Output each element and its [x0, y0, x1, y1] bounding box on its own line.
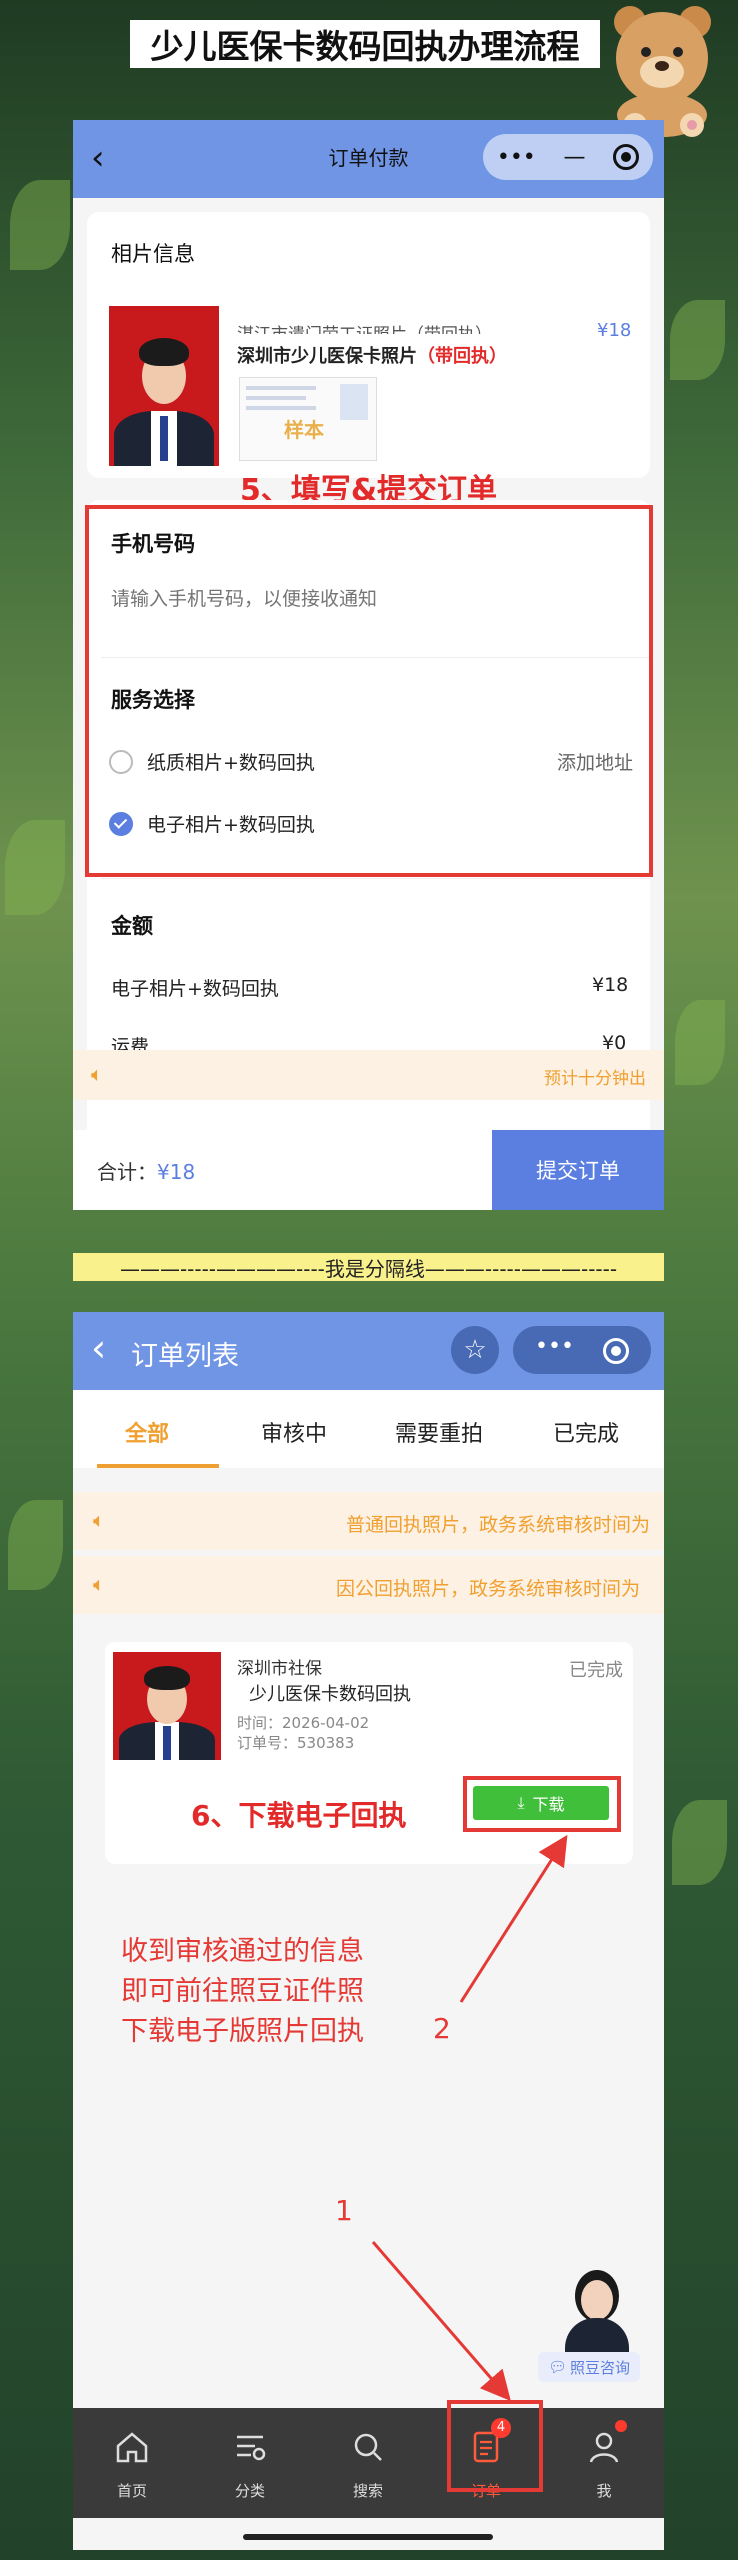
banner-title: 少儿医保卡数码回执办理流程 — [130, 20, 600, 68]
more-icon[interactable]: ••• — [497, 145, 536, 170]
total-label: 合计： — [97, 1160, 157, 1184]
speaker-icon: 🔈︎ — [91, 1062, 103, 1086]
receipt-thumbnail: 样本 — [239, 377, 377, 461]
form-highlight-box — [85, 505, 653, 877]
mini-program-capsule: ••• — — [483, 134, 653, 180]
chat-icon: 💬︎ — [547, 2358, 568, 2376]
order-title: 少儿医保卡数码回执 — [249, 1684, 411, 1705]
step-marker-1: 1 — [335, 2194, 353, 2227]
consult-button[interactable]: 💬︎ 照豆咨询 — [538, 2352, 640, 2382]
tab-completed[interactable]: 已完成 — [553, 1416, 619, 1448]
close-target-icon[interactable] — [613, 144, 640, 170]
amount-item-label: 电子相片+数码回执 — [111, 978, 279, 1000]
tab-profile[interactable]: 我 — [545, 2408, 663, 2518]
orders-tab-highlight-box — [447, 2400, 543, 2492]
instruction-line: 下载电子版照片回执 — [121, 2016, 364, 2047]
leaf-decoration — [672, 1800, 727, 1885]
tab-label: 搜索 — [352, 2482, 383, 2500]
product-price: ¥18 — [597, 320, 632, 341]
search-icon — [354, 2433, 382, 2461]
section-title: 相片信息 — [111, 242, 195, 266]
tab-category[interactable]: 分类 — [191, 2408, 309, 2518]
step6-label: 6、下载电子回执 — [191, 1799, 407, 1832]
product-name-text: 深圳市少儿医保卡照片 — [237, 346, 417, 367]
product-name: 深圳市少儿医保卡照片（带回执） — [237, 342, 507, 368]
bottom-tab-bar: 首页 分类 搜索 4 订单 我 — [73, 2400, 664, 2518]
tab-retake[interactable]: 需要重拍 — [395, 1416, 483, 1448]
instruction-line: 收到审核通过的信息 — [121, 1936, 364, 1967]
payment-screen: ‹ 订单付款 ••• — 相片信息 湛江市遗门劳工证照片（带回执） 深圳市少儿医… — [73, 120, 664, 1210]
instruction-text: 收到审核通过的信息 即可前往照豆证件照 下载电子版照片回执 — [121, 1932, 364, 2052]
separator-line: ———-----————----我是分隔线———-----———----- — [73, 1253, 664, 1281]
leaf-decoration — [670, 300, 725, 380]
mini-program-capsule: ••• — [513, 1326, 651, 1374]
order-status: 已完成 — [569, 1660, 623, 1681]
product-receipt-suffix: （带回执） — [417, 346, 507, 367]
notice-bar: 🔈︎ 普通回执照片，政务系统审核时间为 — [73, 1492, 664, 1550]
nav-bar: ‹ 订单列表 ☆ ••• — [73, 1312, 664, 1390]
order-list-screen: ‹ 订单列表 ☆ ••• 全部 审核中 需要重拍 已完成 🔈︎ 普通回执照片，政… — [73, 1312, 664, 2550]
arrow-to-order-tab — [371, 2241, 511, 2402]
leaf-decoration — [10, 180, 70, 270]
tab-label: 我 — [596, 2482, 612, 2500]
product-name-overlap: 湛江市遗门劳工证照片（带回执） — [237, 320, 492, 334]
status-tabs: 全部 审核中 需要重拍 已完成 — [73, 1390, 664, 1468]
category-icon — [237, 2435, 266, 2461]
tab-active-underline — [97, 1464, 219, 1468]
more-icon[interactable]: ••• — [535, 1334, 574, 1359]
tab-search[interactable]: 搜索 — [309, 2408, 427, 2518]
eta-bar: 🔈︎ 预计十分钟出 — [73, 1050, 664, 1100]
leaf-decoration — [8, 1500, 63, 1590]
amount-item-price: ¥18 — [592, 974, 629, 996]
leaf-decoration — [675, 1000, 725, 1085]
instruction-line: 即可前往照豆证件照 — [121, 1976, 364, 2007]
profile-icon — [589, 2432, 619, 2463]
tab-reviewing[interactable]: 审核中 — [261, 1416, 327, 1448]
notice-bar: 🔈︎ 因公回执照片，政务系统审核时间为 — [73, 1556, 664, 1614]
id-photo — [109, 306, 219, 466]
tab-all[interactable]: 全部 — [125, 1416, 169, 1448]
order-time: 时间：2026-04-02 — [237, 1714, 370, 1732]
speaker-icon: 🔈︎ — [93, 1508, 105, 1532]
sample-stamp: 样本 — [284, 418, 324, 442]
arrow-to-download — [459, 1834, 568, 2003]
id-photo — [113, 1652, 221, 1760]
total-value: ¥18 — [157, 1160, 196, 1184]
notice-text: 因公回执照片，政务系统审核时间为 — [335, 1578, 640, 1600]
submit-order-button[interactable]: 提交订单 — [492, 1130, 664, 1210]
download-highlight-box — [463, 1776, 621, 1832]
order-org: 深圳市社保 — [237, 1659, 322, 1679]
page-title: 订单列表 — [131, 1341, 239, 1372]
home-indicator — [243, 2534, 493, 2540]
favorite-star-icon[interactable]: ☆ — [451, 1326, 499, 1374]
step-marker-2: 2 — [433, 2012, 451, 2045]
speaker-icon: 🔈︎ — [93, 1572, 105, 1596]
amount-label: 金额 — [111, 914, 153, 938]
photo-info-card: 相片信息 湛江市遗门劳工证照片（带回执） 深圳市少儿医保卡照片（带回执） ¥18… — [87, 212, 650, 478]
consult-label: 照豆咨询 — [570, 2358, 631, 2377]
total: 合计：¥18 — [97, 1156, 195, 1185]
back-icon[interactable]: ‹ — [91, 1326, 106, 1370]
minimize-icon[interactable]: — — [563, 145, 585, 170]
profile-dot — [615, 2420, 627, 2432]
notice-text: 普通回执照片，政务系统审核时间为 — [345, 1514, 650, 1536]
leaf-decoration — [5, 820, 65, 915]
tab-label: 分类 — [234, 2482, 265, 2500]
tab-home[interactable]: 首页 — [73, 2408, 191, 2518]
tab-label: 首页 — [116, 2482, 147, 2500]
eta-text: 预计十分钟出 — [544, 1069, 646, 1089]
home-icon — [116, 2432, 148, 2463]
divider — [101, 878, 650, 879]
bear-mascot — [614, 6, 711, 137]
nav-bar: ‹ 订单付款 ••• — — [73, 120, 664, 198]
order-number: 订单号：530383 — [237, 1734, 355, 1752]
close-target-icon[interactable] — [603, 1338, 629, 1364]
submit-bar: 合计：¥18 提交订单 — [73, 1130, 664, 1210]
